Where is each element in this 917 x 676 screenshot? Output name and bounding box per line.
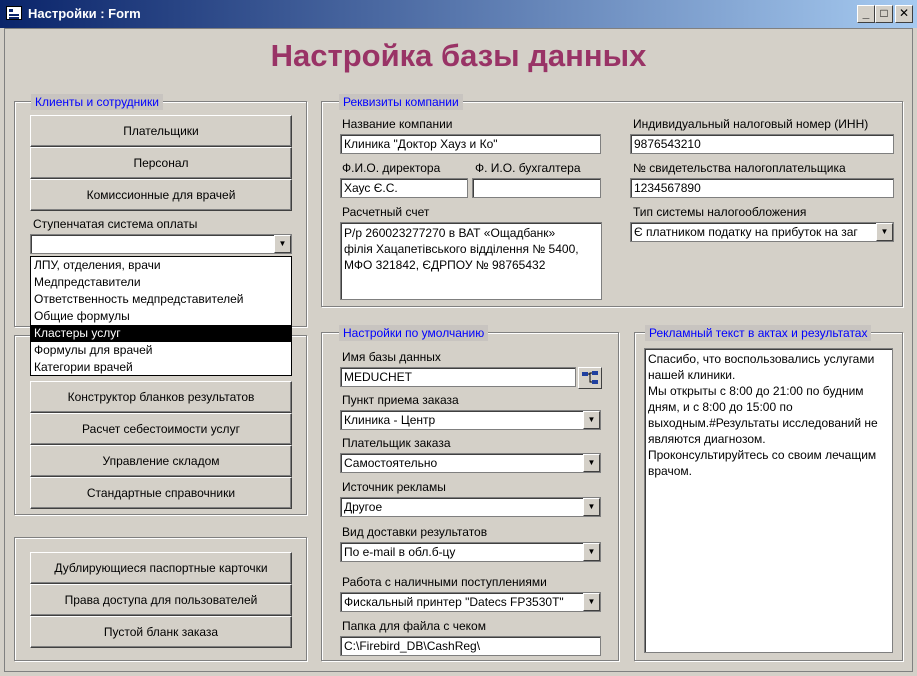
blank-order-button[interactable]: Пустой бланк заказа [30, 616, 292, 648]
dropdown-item[interactable]: ЛПУ, отделения, врачи [31, 257, 291, 274]
doctor-commission-button[interactable]: Комиссионные для врачей [30, 179, 292, 211]
ad-text-legend: Рекламный текст в актах и результатах [645, 325, 872, 341]
standard-references-button[interactable]: Стандартные справочники [30, 477, 292, 509]
chevron-down-icon[interactable]: ▼ [583, 593, 600, 611]
cash-value: Фискальный принтер "Datecs FP3530T" [344, 595, 564, 609]
director-label: Ф.И.О. директора [342, 161, 441, 175]
chevron-down-icon[interactable]: ▼ [274, 235, 291, 253]
dropdown-item[interactable]: Формулы для врачей [31, 342, 291, 359]
dropdown-item[interactable]: Ответственность медпредставителей [31, 291, 291, 308]
ad-source-select[interactable]: Другое ▼ [340, 497, 601, 517]
clients-legend: Клиенты и сотрудники [31, 94, 163, 110]
director-field[interactable]: Хаус Є.С. [340, 178, 468, 198]
accountant-label: Ф. И.О. бухгалтера [475, 161, 581, 175]
window-title: Настройки : Form [28, 6, 141, 21]
order-payer-value: Самостоятельно [344, 456, 438, 470]
order-payer-select[interactable]: Самостоятельно ▼ [340, 453, 601, 473]
delivery-value: По e-mail в обл.б-цу [344, 545, 456, 559]
receipt-folder-field[interactable]: C:\Firebird_DB\CashReg\ [340, 636, 601, 656]
maximize-button[interactable]: □ [875, 5, 893, 23]
payment-system-label: Ступенчатая система оплаты [33, 217, 198, 231]
tax-system-value: Є платником податку на прибуток на заг [634, 225, 858, 239]
staff-button[interactable]: Персонал [30, 147, 292, 179]
browse-db-button[interactable] [578, 367, 602, 389]
tax-system-label: Тип системы налогообложения [633, 205, 807, 219]
user-access-button[interactable]: Права доступа для пользователей [30, 584, 292, 616]
chevron-down-icon[interactable]: ▼ [583, 411, 600, 429]
inn-field[interactable]: 9876543210 [630, 134, 894, 154]
order-point-select[interactable]: Клиника - Центр ▼ [340, 410, 601, 430]
inn-label: Индивидуальный налоговый номер (ИНН) [633, 117, 869, 131]
ad-source-value: Другое [344, 500, 383, 514]
result-form-builder-button[interactable]: Конструктор бланков результатов [30, 381, 292, 413]
chevron-down-icon[interactable]: ▼ [583, 498, 600, 516]
tree-icon [582, 371, 598, 384]
company-name-field[interactable]: Клиника "Доктор Хауз и Ко" [340, 134, 601, 154]
duplicate-cards-button[interactable]: Дублирующиеся паспортные карточки [30, 552, 292, 584]
company-legend: Реквизиты компании [339, 94, 463, 110]
ad-source-label: Источник рекламы [342, 480, 446, 494]
close-button[interactable]: ✕ [895, 5, 913, 23]
accountant-field[interactable] [472, 178, 601, 198]
dropdown-item[interactable]: Категории врачей [31, 359, 291, 376]
service-cost-button[interactable]: Расчет себестоимости услуг [30, 413, 292, 445]
chevron-down-icon[interactable]: ▼ [876, 223, 893, 241]
db-name-field[interactable]: MEDUCHET [340, 367, 576, 387]
company-name-label: Название компании [342, 117, 453, 131]
payment-system-select[interactable]: ▼ [30, 234, 292, 254]
ad-text-field[interactable]: Спасибо, что воспользовались услугами на… [644, 348, 893, 653]
tax-system-select[interactable]: Є платником податку на прибуток на заг ▼ [630, 222, 894, 242]
page-title: Настройка базы данных [270, 38, 647, 73]
delivery-select[interactable]: По e-mail в обл.б-цу ▼ [340, 542, 601, 562]
order-point-label: Пункт приема заказа [342, 393, 459, 407]
defaults-legend: Настройки по умолчанию [339, 325, 489, 341]
title-bar: Настройки : Form _ □ ✕ [0, 0, 917, 28]
bank-account-label: Расчетный счет [342, 205, 430, 219]
delivery-label: Вид доставки результатов [342, 525, 488, 539]
chevron-down-icon[interactable]: ▼ [583, 543, 600, 561]
warehouse-button[interactable]: Управление складом [30, 445, 292, 477]
cash-label: Работа с наличными поступлениями [342, 575, 547, 589]
minimize-button[interactable]: _ [857, 5, 875, 23]
tax-certificate-field[interactable]: 1234567890 [630, 178, 894, 198]
chevron-down-icon[interactable]: ▼ [583, 454, 600, 472]
db-name-label: Имя базы данных [342, 350, 441, 364]
order-payer-label: Плательщик заказа [342, 436, 451, 450]
tax-certificate-label: № свидетельства налогоплательщика [633, 161, 846, 175]
payers-button[interactable]: Плательщики [30, 115, 292, 147]
form-icon [6, 6, 22, 20]
cash-select[interactable]: Фискальный принтер "Datecs FP3530T" ▼ [340, 592, 601, 612]
payment-system-dropdown: ЛПУ, отделения, врачи Медпредставители О… [30, 256, 292, 376]
bank-account-field[interactable]: Р/р 260023277270 в ВАТ «Ощадбанк» філія … [340, 222, 602, 300]
order-point-value: Клиника - Центр [344, 413, 436, 427]
dropdown-item[interactable]: Общие формулы [31, 308, 291, 325]
receipt-folder-label: Папка для файла с чеком [342, 619, 486, 633]
dropdown-item[interactable]: Медпредставители [31, 274, 291, 291]
dropdown-item-selected[interactable]: Кластеры услуг [31, 325, 291, 342]
